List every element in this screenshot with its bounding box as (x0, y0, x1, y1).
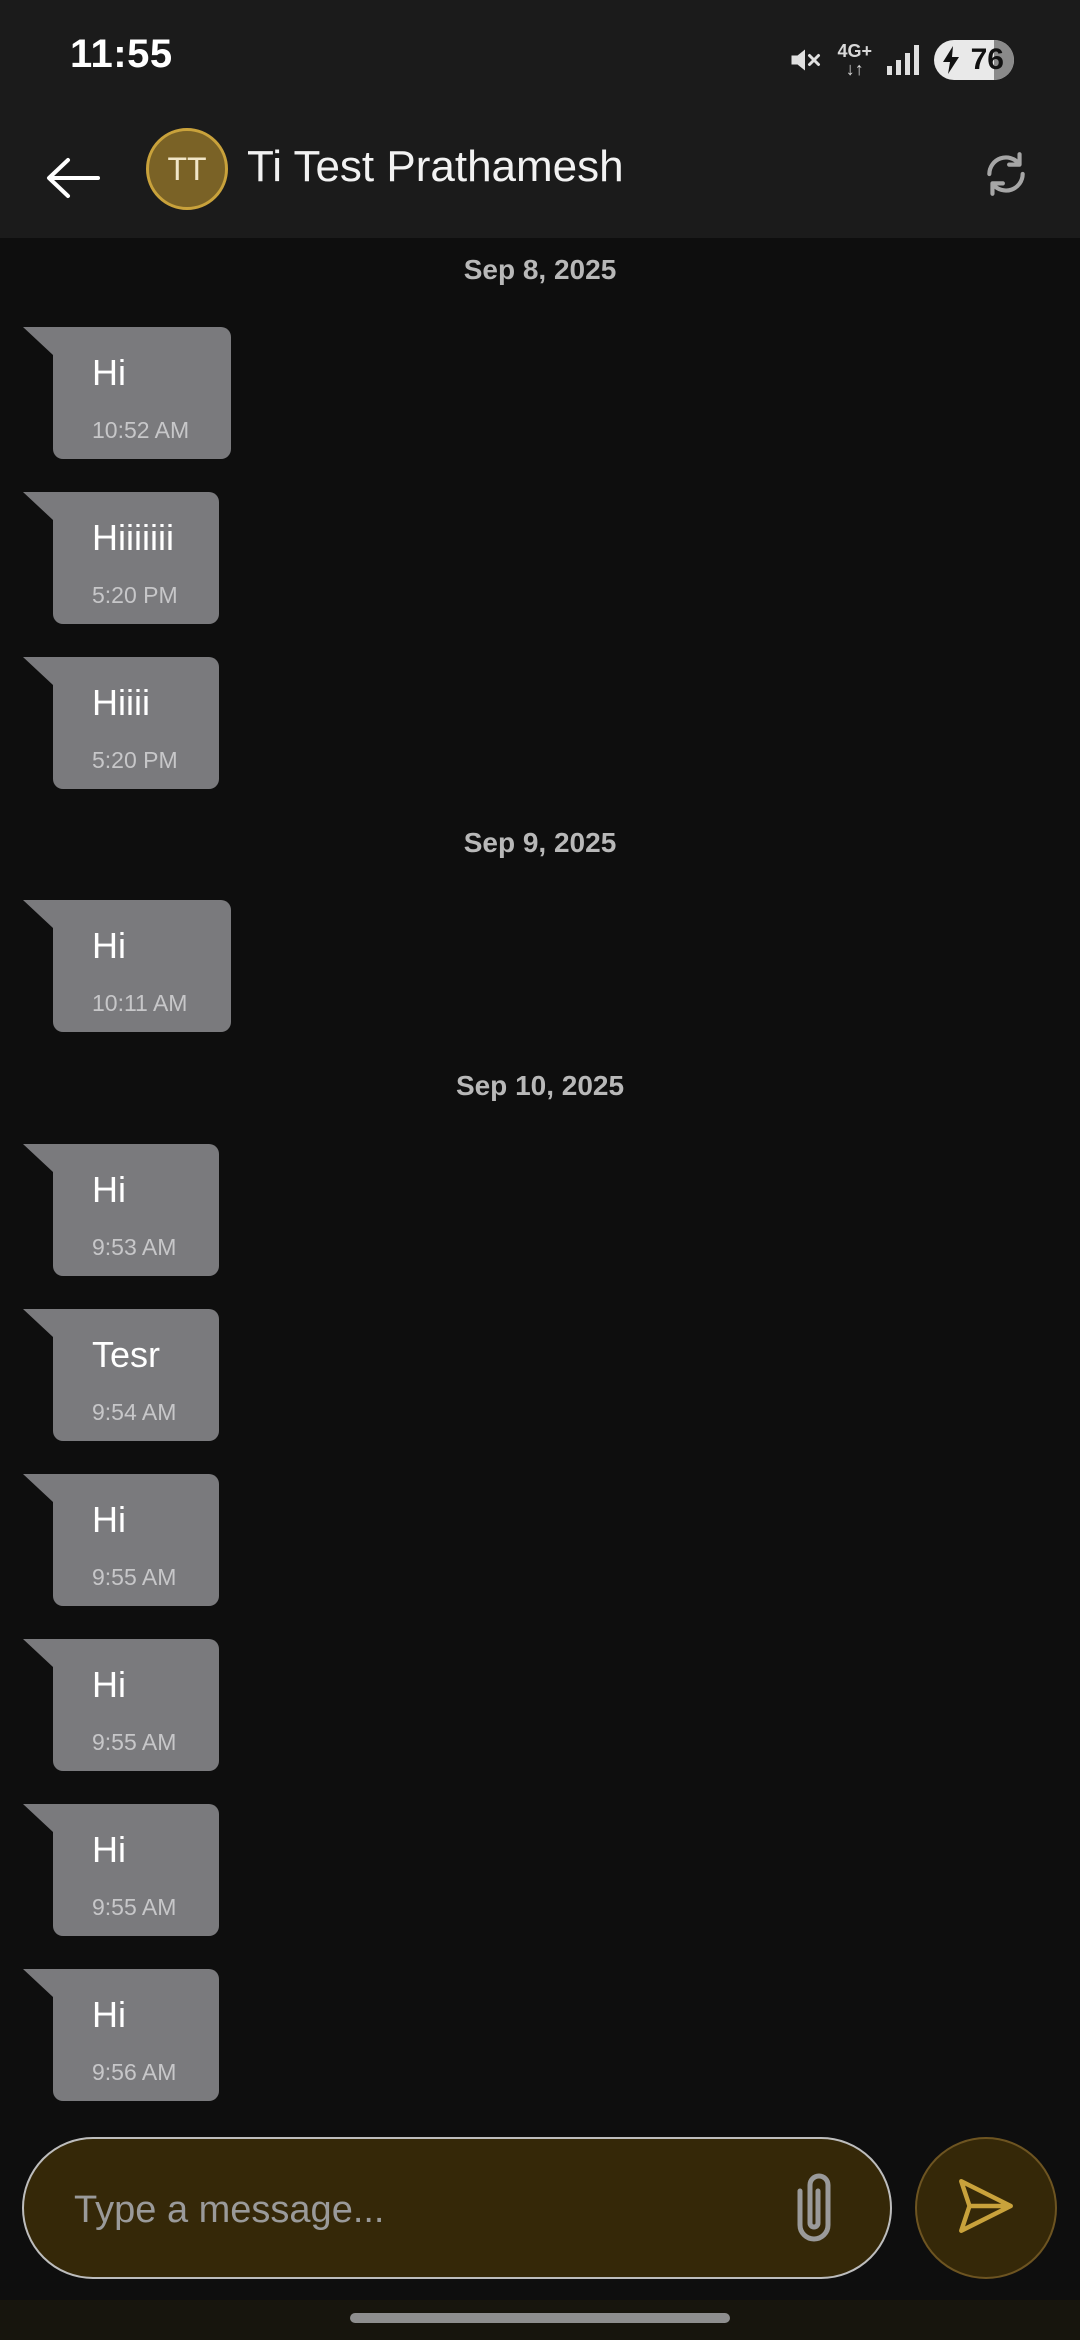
mute-icon (787, 42, 823, 78)
message-text: Hiiiiiii (92, 517, 174, 558)
message-bubble[interactable]: Hiiiiiii 5:20 PM (23, 492, 219, 624)
status-icons: 4G+ ↓↑ 76 (787, 34, 1014, 86)
home-indicator[interactable] (350, 2313, 730, 2323)
message-time: 5:20 PM (92, 582, 178, 608)
message-time: 9:54 AM (92, 1399, 177, 1425)
message-bubble[interactable]: Hi 10:11 AM (23, 900, 231, 1032)
chat-header: TT Ti Test Prathamesh (0, 120, 1080, 238)
message-input[interactable] (72, 2169, 776, 2251)
message-text: Hi (92, 1829, 126, 1870)
arrow-left-icon (44, 156, 100, 205)
avatar[interactable]: TT (146, 128, 228, 210)
message-bubble[interactable]: Hi 9:53 AM (23, 1144, 219, 1276)
message-text: Tesr (92, 1334, 161, 1375)
message-text: Hiiii (92, 682, 150, 723)
network-type: 4G+ (837, 41, 872, 61)
back-button[interactable] (36, 144, 108, 216)
battery-level: 76 (970, 43, 1004, 76)
battery-indicator: 76 (934, 40, 1014, 80)
message-bubble[interactable]: Tesr 9:54 AM (23, 1309, 219, 1441)
send-button[interactable] (915, 2137, 1057, 2279)
message-time: 10:11 AM (92, 990, 188, 1016)
message-text: Hi (92, 1664, 126, 1705)
message-time: 9:53 AM (92, 1234, 177, 1260)
message-text: Hi (92, 1994, 126, 2035)
message-text: Hi (92, 925, 126, 966)
paperclip-icon (786, 2169, 842, 2250)
signal-icon (886, 44, 920, 76)
message-bubble[interactable]: Hi 9:55 AM (23, 1474, 219, 1606)
message-time: 10:52 AM (92, 417, 190, 443)
message-text: Hi (92, 352, 126, 393)
message-text: Hi (92, 1169, 126, 1210)
refresh-icon (981, 149, 1031, 204)
contact-name[interactable]: Ti Test Prathamesh (247, 142, 624, 192)
send-icon (953, 2173, 1019, 2244)
status-time: 11:55 (70, 32, 173, 76)
message-time: 5:20 PM (92, 747, 178, 773)
charging-bolt-icon (942, 46, 960, 74)
message-bubble[interactable]: Hi 9:56 AM (23, 1969, 219, 2101)
message-text: Hi (92, 1499, 126, 1540)
chat-screen: 11:55 4G+ ↓↑ 76 TT Ti Test Prathamesh Se… (0, 0, 1080, 2340)
message-time: 9:55 AM (92, 1729, 177, 1755)
message-list[interactable]: Sep 8, 2025 Hi 10:52 AM Hiiiiiii 5:20 PM… (0, 238, 1080, 2128)
message-bubble[interactable]: Hi 9:55 AM (23, 1804, 219, 1936)
data-arrows-icon: ↓↑ (845, 59, 864, 79)
date-separator: Sep 10, 2025 (455, 1070, 625, 1101)
attach-button[interactable] (774, 2167, 854, 2251)
refresh-button[interactable] (968, 138, 1044, 214)
date-separator: Sep 8, 2025 (463, 254, 617, 285)
network-indicator: 4G+ ↓↑ (837, 42, 872, 78)
message-bubble[interactable]: Hiiii 5:20 PM (23, 657, 219, 789)
message-bubble[interactable]: Hi 10:52 AM (23, 327, 231, 459)
message-time: 9:55 AM (92, 1894, 177, 1920)
status-bar: 11:55 4G+ ↓↑ 76 (0, 0, 1080, 120)
message-time: 9:56 AM (92, 2059, 177, 2085)
message-time: 9:55 AM (92, 1564, 177, 1590)
message-bubble[interactable]: Hi 9:55 AM (23, 1639, 219, 1771)
date-separator: Sep 9, 2025 (463, 827, 617, 858)
message-composer (22, 2137, 892, 2279)
